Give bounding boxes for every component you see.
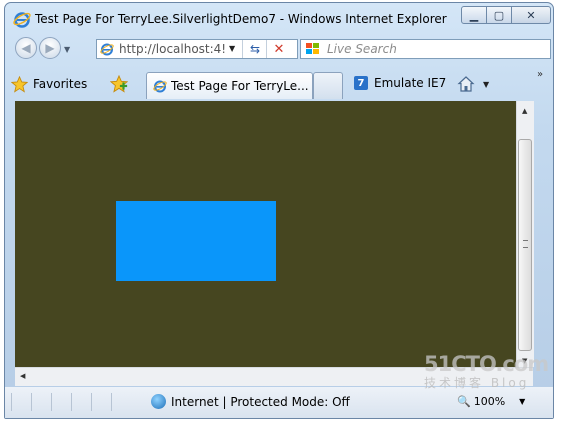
home-dropdown-icon[interactable]: ▼ (483, 80, 489, 89)
scroll-thumb[interactable] (518, 139, 532, 351)
tab-bar: Favorites Test Page For TerryLe... 7 Emu… (5, 67, 553, 101)
emulate-ie7-button[interactable]: 7 Emulate IE7 (354, 76, 446, 90)
scroll-up-icon[interactable]: ▲ (522, 107, 527, 115)
back-button[interactable]: ◀ (15, 37, 37, 59)
status-panel (91, 393, 111, 411)
status-panels (11, 393, 131, 411)
favorites-star-icon (11, 75, 28, 93)
search-box[interactable]: Live Search (300, 39, 551, 59)
close-button[interactable]: ✕ (512, 6, 551, 24)
forward-arrow-icon: ▶ (45, 41, 55, 55)
home-icon (457, 76, 475, 92)
zoom-level: 100% (473, 395, 506, 408)
globe-icon (151, 394, 166, 409)
stop-button[interactable]: ✕ (266, 40, 291, 58)
status-panel (71, 393, 91, 411)
close-icon: ✕ (526, 8, 536, 22)
caption-buttons: ▁ ▢ ✕ (461, 6, 551, 24)
window-title: Test Page For TerryLee.SilverlightDemo7 … (35, 12, 447, 26)
security-zone[interactable]: Internet | Protected Mode: Off (151, 394, 350, 409)
tab-label: Test Page For TerryLe... (171, 79, 309, 93)
title-bar[interactable]: Test Page For TerryLee.SilverlightDemo7 … (5, 3, 553, 33)
back-arrow-icon: ◀ (21, 41, 31, 55)
status-panel (51, 393, 71, 411)
stop-icon: ✕ (273, 41, 285, 57)
address-bar[interactable]: http://localhost:4! ▼ ⇆ ✕ (96, 39, 298, 59)
address-input[interactable]: http://localhost:4! (119, 42, 225, 56)
live-search-icon (306, 43, 319, 54)
home-button[interactable]: ▼ (457, 75, 489, 93)
zoom-dropdown-icon[interactable]: ▼ (519, 397, 525, 406)
scroll-down-icon[interactable]: ▼ (522, 357, 527, 365)
silverlight-rectangle (116, 201, 276, 281)
navigation-bar: ◀ ▶ ▼ http://localhost:4! ▼ ⇆ ✕ Live Sea… (5, 33, 553, 67)
more-commands-chevron-icon[interactable]: » (537, 69, 543, 80)
page-icon (100, 43, 114, 56)
status-bar: Internet | Protected Mode: Off 🔍 100% ▼ (5, 387, 553, 418)
maximize-icon: ▢ (493, 8, 505, 22)
browser-window: Test Page For TerryLee.SilverlightDemo7 … (4, 2, 554, 419)
status-panel (11, 393, 31, 411)
zoom-control[interactable]: 🔍 100% ▼ (457, 395, 525, 408)
page-content (15, 101, 516, 367)
vertical-scrollbar[interactable]: ▲ ▼ (516, 101, 534, 367)
refresh-icon: ⇆ (249, 42, 261, 56)
minimize-icon: ▁ (469, 8, 479, 22)
favorites-label: Favorites (33, 77, 88, 91)
status-panel (111, 393, 131, 411)
favorites-button[interactable]: Favorites (11, 73, 87, 95)
tab-test-page[interactable]: Test Page For TerryLe... (146, 72, 313, 99)
emulate-ie7-label: Emulate IE7 (374, 76, 447, 90)
ie-logo-icon (13, 12, 31, 28)
horizontal-scrollbar[interactable]: ◀ (15, 367, 533, 386)
search-input[interactable]: Live Search (327, 42, 397, 56)
emulate-ie7-icon: 7 (354, 76, 368, 90)
address-dropdown-icon[interactable]: ▼ (229, 44, 235, 53)
add-to-favorites-icon[interactable] (110, 75, 128, 93)
zoom-magnifier-icon: 🔍 (457, 395, 471, 408)
new-tab-button[interactable] (313, 72, 343, 99)
scroll-grip-icon (523, 240, 528, 248)
refresh-button[interactable]: ⇆ (242, 40, 267, 58)
status-panel (31, 393, 51, 411)
minimize-button[interactable]: ▁ (461, 6, 487, 24)
recent-pages-dropdown-icon[interactable]: ▼ (64, 45, 70, 54)
maximize-button[interactable]: ▢ (487, 6, 512, 24)
scroll-left-icon[interactable]: ◀ (20, 372, 25, 380)
zone-text: Internet | Protected Mode: Off (171, 394, 350, 409)
forward-button[interactable]: ▶ (39, 37, 61, 59)
page-icon (153, 80, 167, 93)
